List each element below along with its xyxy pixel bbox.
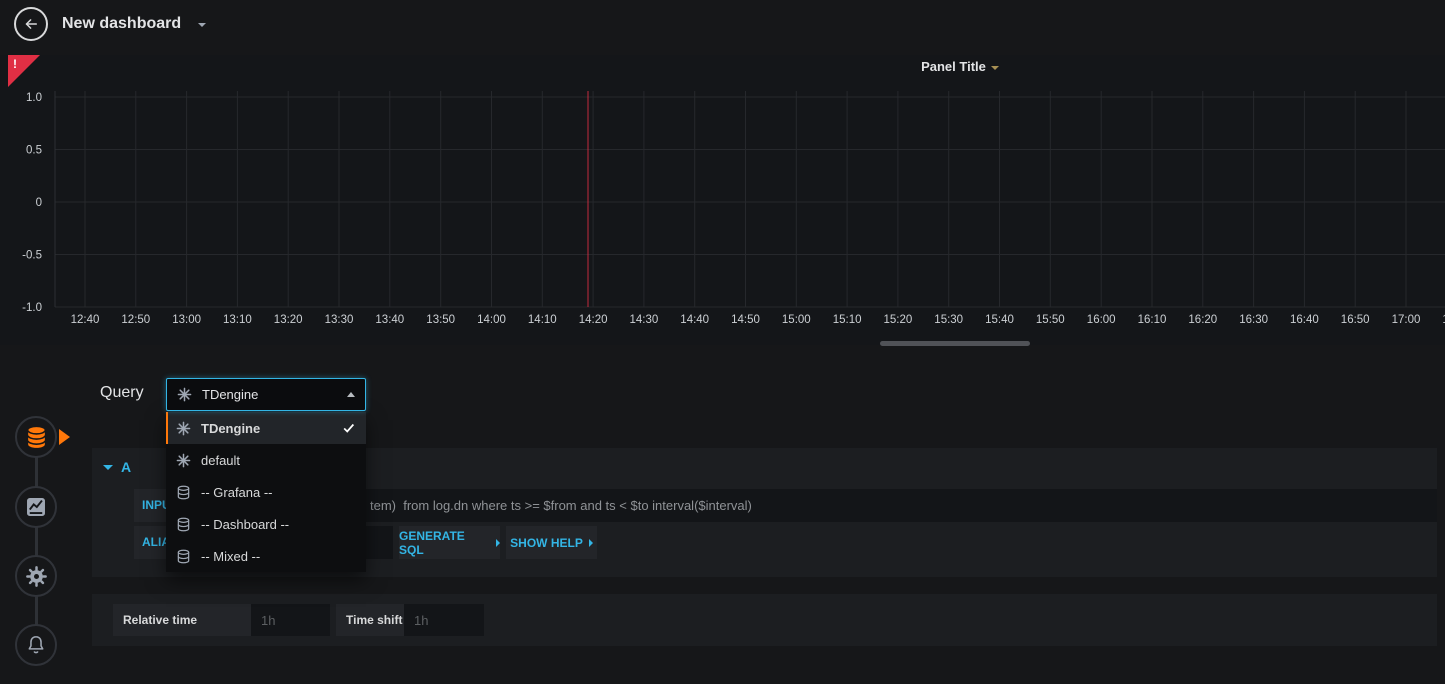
svg-text:15:20: 15:20 bbox=[884, 314, 913, 326]
dashboard-title[interactable]: New dashboard bbox=[62, 0, 181, 48]
check-icon bbox=[342, 421, 356, 435]
svg-text:15:00: 15:00 bbox=[782, 314, 811, 326]
show-help-label: SHOW HELP bbox=[510, 536, 583, 550]
datasource-option[interactable]: -- Dashboard -- bbox=[166, 508, 366, 540]
svg-text:-1.0: -1.0 bbox=[22, 302, 42, 314]
database-icon bbox=[176, 485, 192, 500]
svg-text:14:40: 14:40 bbox=[680, 314, 709, 326]
back-arrow-icon bbox=[22, 15, 40, 33]
query-options-row: Relative time Time shift bbox=[92, 594, 1437, 646]
svg-text:13:50: 13:50 bbox=[426, 314, 455, 326]
svg-text:12:40: 12:40 bbox=[71, 314, 100, 326]
datasource-option[interactable]: -- Grafana -- bbox=[166, 476, 366, 508]
tab-visualization[interactable] bbox=[15, 486, 57, 528]
graph-panel: ! Panel Title 1.00.50-0.5-1.012:4012:501… bbox=[0, 55, 1445, 345]
svg-text:14:10: 14:10 bbox=[528, 314, 557, 326]
database-icon bbox=[176, 517, 192, 532]
sql-field[interactable]: tem) from log.dn where ts >= $from and t… bbox=[234, 489, 1437, 522]
query-row-letter: A bbox=[121, 459, 131, 475]
dashboard-title-caret-icon[interactable] bbox=[198, 23, 206, 27]
svg-text:15:10: 15:10 bbox=[833, 314, 862, 326]
bell-icon bbox=[25, 634, 47, 656]
chart-icon bbox=[25, 496, 47, 518]
datasource-option[interactable]: default bbox=[166, 444, 366, 476]
svg-text:14:30: 14:30 bbox=[630, 314, 659, 326]
tdengine-icon bbox=[176, 453, 192, 468]
svg-text:13:10: 13:10 bbox=[223, 314, 252, 326]
datasource-menu: TDengine default -- Grafana -- -- Dashboard… bbox=[166, 412, 366, 572]
back-button[interactable] bbox=[14, 7, 48, 41]
datasource-option-label: -- Grafana -- bbox=[201, 485, 273, 500]
generate-sql-label: GENERATE SQL bbox=[399, 529, 490, 557]
datasource-option[interactable]: -- Mixed -- bbox=[166, 540, 366, 572]
svg-text:16:00: 16:00 bbox=[1087, 314, 1116, 326]
time-shift-input[interactable] bbox=[404, 604, 484, 636]
svg-text:1.0: 1.0 bbox=[26, 92, 42, 104]
datasource-option-label: -- Dashboard -- bbox=[201, 517, 289, 532]
datasource-option[interactable]: TDengine bbox=[166, 412, 366, 444]
database-icon bbox=[24, 425, 49, 450]
svg-text:13:20: 13:20 bbox=[274, 314, 303, 326]
datasource-select[interactable]: TDengine bbox=[166, 378, 366, 411]
datasource-select-value: TDengine bbox=[202, 387, 258, 402]
caret-right-icon bbox=[589, 539, 593, 547]
svg-text:15:50: 15:50 bbox=[1036, 314, 1065, 326]
relative-time-input[interactable] bbox=[251, 604, 330, 636]
tab-general[interactable] bbox=[15, 555, 57, 597]
datasource-option-label: default bbox=[201, 453, 240, 468]
sql-text: tem) from log.dn where ts >= $from and t… bbox=[370, 489, 752, 522]
svg-text:13:30: 13:30 bbox=[325, 314, 354, 326]
tab-alert[interactable] bbox=[15, 624, 57, 666]
svg-text:17:00: 17:00 bbox=[1392, 314, 1421, 326]
svg-text:16:30: 16:30 bbox=[1239, 314, 1268, 326]
query-row-header[interactable]: A bbox=[103, 459, 131, 475]
panel-scrollbar[interactable] bbox=[880, 341, 1030, 346]
svg-text:16:40: 16:40 bbox=[1290, 314, 1319, 326]
svg-text:15:30: 15:30 bbox=[934, 314, 963, 326]
query-section-label: Query bbox=[100, 384, 144, 402]
show-help-button[interactable]: SHOW HELP bbox=[506, 526, 597, 559]
svg-text:16:50: 16:50 bbox=[1341, 314, 1370, 326]
chevron-up-icon bbox=[347, 392, 355, 397]
svg-text:16:20: 16:20 bbox=[1188, 314, 1217, 326]
gear-icon bbox=[25, 565, 48, 588]
svg-text:13:00: 13:00 bbox=[172, 314, 201, 326]
relative-time-label: Relative time bbox=[113, 604, 251, 636]
tdengine-icon bbox=[176, 421, 192, 436]
collapse-caret-icon bbox=[103, 465, 113, 470]
datasource-option-label: TDengine bbox=[201, 421, 260, 436]
svg-text:13:40: 13:40 bbox=[375, 314, 404, 326]
svg-text:0.5: 0.5 bbox=[26, 145, 42, 157]
datasource-option-label: -- Mixed -- bbox=[201, 549, 260, 564]
time-shift-label: Time shift bbox=[336, 604, 404, 636]
rail-connector-line bbox=[35, 437, 38, 645]
database-icon bbox=[176, 549, 192, 564]
svg-text:14:20: 14:20 bbox=[579, 314, 608, 326]
page: New dashboard ! Panel Title 1.00.50-0.5-… bbox=[0, 0, 1445, 684]
svg-text:-0.5: -0.5 bbox=[22, 250, 42, 262]
generate-sql-button[interactable]: GENERATE SQL bbox=[399, 526, 500, 559]
tdengine-icon bbox=[177, 387, 193, 402]
svg-text:0: 0 bbox=[36, 197, 42, 209]
top-nav: New dashboard bbox=[0, 0, 1445, 48]
active-tab-arrow bbox=[59, 429, 70, 445]
caret-right-icon bbox=[496, 539, 500, 547]
svg-text:14:50: 14:50 bbox=[731, 314, 760, 326]
tab-queries[interactable] bbox=[15, 416, 57, 458]
svg-text:15:40: 15:40 bbox=[985, 314, 1014, 326]
svg-text:16:10: 16:10 bbox=[1138, 314, 1167, 326]
svg-text:12:50: 12:50 bbox=[121, 314, 150, 326]
time-series-chart[interactable]: 1.0 0.5 0 -0.5 -1.0 12:40 12:50 13:00 13:10 13:20… bbox=[0, 55, 1445, 345]
svg-text:14:00: 14:00 bbox=[477, 314, 506, 326]
